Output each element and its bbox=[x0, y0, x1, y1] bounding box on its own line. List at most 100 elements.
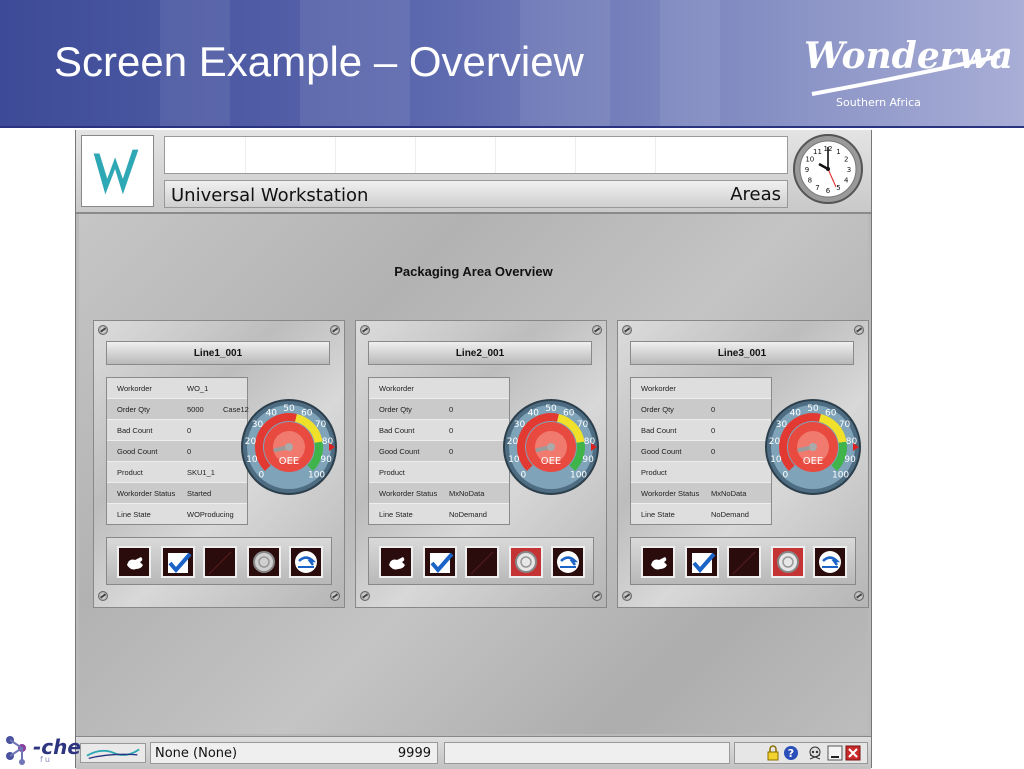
check-button[interactable] bbox=[423, 546, 457, 578]
clock-icon: 121234567891011 bbox=[793, 134, 863, 204]
gauge-tick-label: 100 bbox=[832, 471, 849, 481]
row-value: 0 bbox=[711, 447, 716, 456]
line-name[interactable]: Line2_001 bbox=[368, 341, 592, 365]
screw-icon bbox=[592, 325, 602, 335]
message-field bbox=[444, 742, 730, 764]
row-value: WOProducing bbox=[187, 510, 234, 519]
minimize-icon[interactable] bbox=[827, 745, 843, 761]
hand-button[interactable] bbox=[379, 546, 413, 578]
control-button-strip bbox=[368, 537, 594, 585]
gauge-tick-label: 60 bbox=[825, 408, 837, 418]
gauge-tick-label: 0 bbox=[521, 471, 527, 481]
screw-icon bbox=[98, 591, 108, 601]
screw-icon bbox=[98, 325, 108, 335]
gauge-tick-label: 40 bbox=[266, 408, 278, 418]
clock-number: 10 bbox=[805, 156, 814, 164]
check-button[interactable] bbox=[685, 546, 719, 578]
help-icon[interactable]: ? bbox=[783, 745, 799, 761]
line-name[interactable]: Line3_001 bbox=[630, 341, 854, 365]
row-label: Good Count bbox=[379, 447, 420, 456]
screw-icon bbox=[622, 325, 632, 335]
close-icon[interactable] bbox=[845, 745, 861, 761]
row-label: Good Count bbox=[641, 447, 682, 456]
table-row: Line State NoDemand bbox=[631, 504, 771, 524]
wonderware-logo-text: Wonderware bbox=[804, 35, 1010, 77]
status-icons: ? bbox=[734, 742, 868, 764]
svg-text:?: ? bbox=[788, 747, 794, 760]
wonderware-mini-logo bbox=[86, 748, 140, 760]
row-value: 0 bbox=[187, 426, 192, 435]
row-label: Workorder Status bbox=[379, 489, 438, 498]
table-row: Workorder Status MxNoData bbox=[631, 483, 771, 504]
row-value: NoDemand bbox=[449, 510, 487, 519]
line-info-table: Workorder WO_1 Order Qty 5000 Case12 Bad Coun… bbox=[106, 377, 249, 525]
gauge-tick-label: 60 bbox=[301, 408, 313, 418]
lock-icon[interactable] bbox=[765, 745, 781, 761]
screw-icon bbox=[330, 591, 340, 601]
check-button[interactable] bbox=[161, 546, 195, 578]
row-label: Workorder Status bbox=[641, 489, 700, 498]
stop-icon bbox=[777, 551, 799, 573]
clock-number: 2 bbox=[844, 156, 848, 164]
hand-button[interactable] bbox=[117, 546, 151, 578]
line-info-table: Workorder Order Qty 0 Bad Count 0 Good Count 0… bbox=[630, 377, 772, 525]
reset-button[interactable] bbox=[813, 546, 847, 578]
stop-button[interactable] bbox=[247, 546, 281, 578]
table-row: Product SKU1_1 bbox=[107, 462, 247, 483]
table-row: Bad Count 0 bbox=[107, 420, 247, 441]
reset-icon bbox=[819, 551, 841, 573]
gauge-tick-label: 0 bbox=[783, 471, 789, 481]
row-value: WO_1 bbox=[187, 384, 209, 393]
row-label: Line State bbox=[117, 510, 151, 519]
check-icon bbox=[692, 552, 716, 574]
hand-button[interactable] bbox=[641, 546, 675, 578]
reset-button[interactable] bbox=[289, 546, 323, 578]
line-name[interactable]: Line1_001 bbox=[106, 341, 330, 365]
table-row: Good Count 0 bbox=[107, 441, 247, 462]
app-logo[interactable] bbox=[81, 135, 154, 207]
table-row: Order Qty 0 bbox=[631, 399, 771, 420]
header-divider bbox=[0, 126, 1024, 128]
check-icon bbox=[430, 552, 454, 574]
blank-button[interactable] bbox=[203, 546, 237, 578]
reset-button[interactable] bbox=[551, 546, 585, 578]
table-row: Order Qty 5000 Case12 bbox=[107, 399, 249, 420]
row-value: 0 bbox=[449, 405, 454, 414]
clock-number: 1 bbox=[836, 148, 840, 156]
stop-button[interactable] bbox=[509, 546, 543, 578]
app-title: Universal Workstation bbox=[171, 185, 369, 206]
gauge-tick-label: 30 bbox=[776, 420, 788, 430]
gauge-tick-label: 70 bbox=[839, 420, 851, 430]
gauge-tick-label: 30 bbox=[514, 420, 526, 430]
hand-icon bbox=[127, 557, 143, 570]
clock-number: 7 bbox=[815, 184, 819, 192]
status-number: 9999 bbox=[397, 746, 431, 761]
table-row: Workorder WO_1 bbox=[107, 378, 247, 399]
blank-button[interactable] bbox=[727, 546, 761, 578]
oee-gauge-icon: 010203040 50 60708090100OEE bbox=[503, 399, 599, 495]
oee-gauge-icon: 010203040 50 60708090100OEE bbox=[765, 399, 861, 495]
row-label: Bad Count bbox=[379, 426, 415, 435]
gauge-tick-label: 40 bbox=[528, 408, 540, 418]
user-field[interactable]: None (None) 9999 bbox=[150, 742, 438, 764]
table-row: Line State WOProducing bbox=[107, 504, 247, 524]
command-input[interactable] bbox=[164, 136, 788, 174]
gauge-tick-label: 50 bbox=[283, 404, 295, 414]
blank-button[interactable] bbox=[465, 546, 499, 578]
gauge-tick-label: 30 bbox=[252, 420, 264, 430]
status-logo bbox=[80, 743, 146, 763]
gauge-tick-label: 60 bbox=[563, 408, 575, 418]
gauge-tick-label: 70 bbox=[315, 420, 327, 430]
areas-button[interactable]: Areas bbox=[730, 184, 781, 205]
line-info-table: Workorder Order Qty 0 Bad Count 0 Good Count 0… bbox=[368, 377, 510, 525]
table-row: Workorder bbox=[631, 378, 771, 399]
hand-icon bbox=[389, 557, 405, 570]
reset-icon bbox=[295, 551, 317, 573]
row-label: Product bbox=[641, 468, 667, 477]
skull-icon[interactable] bbox=[807, 745, 823, 761]
gauge-tick-label: 50 bbox=[807, 404, 819, 414]
gauge-tick-label: 90 bbox=[844, 455, 856, 465]
stop-button[interactable] bbox=[771, 546, 805, 578]
row-label: Good Count bbox=[117, 447, 158, 456]
screw-icon bbox=[622, 591, 632, 601]
